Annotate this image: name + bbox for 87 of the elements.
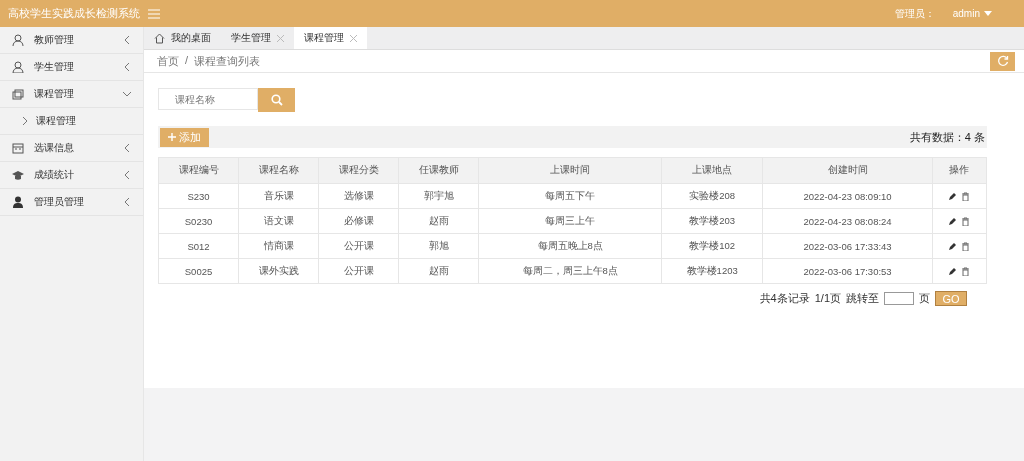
column-header: 上课时间 <box>478 157 662 184</box>
refresh-icon <box>996 55 1009 67</box>
jump-label: 跳转至 <box>846 291 879 306</box>
table-cell: 语文课 <box>238 208 319 234</box>
table-cell: 2022-03-06 17:30:53 <box>762 258 933 284</box>
breadcrumb-link[interactable]: 首页 <box>157 53 179 69</box>
table-cell: 课外实践 <box>238 258 319 284</box>
plus-icon <box>168 133 176 141</box>
caret-icon[interactable] <box>984 11 992 16</box>
table-cell: 公开课 <box>318 233 399 259</box>
table-cell: 音乐课 <box>238 183 319 209</box>
search-field[interactable]: 课程名称 <box>158 88 258 110</box>
pencil-icon[interactable] <box>948 191 958 201</box>
column-header: 任课教师 <box>398 157 479 184</box>
graduation-cap-icon <box>12 169 24 181</box>
pencil-icon[interactable] <box>948 241 958 251</box>
column-header: 操作 <box>932 157 987 184</box>
sidebar-item[interactable]: 课程管理 <box>0 81 143 108</box>
table-cell: 郭宇旭 <box>398 183 479 209</box>
table-cell: 2022-04-23 08:08:24 <box>762 208 933 234</box>
person-icon <box>12 34 24 46</box>
page-count: 1/1页 <box>814 291 841 306</box>
sidebar-item[interactable]: 成绩统计 <box>0 162 143 189</box>
tab-label: 学生管理 <box>231 31 271 45</box>
table-cell: 赵雨 <box>398 208 479 234</box>
column-header: 课程名称 <box>238 157 319 184</box>
pencil-icon[interactable] <box>948 266 958 276</box>
user-icon <box>12 196 24 208</box>
column-header: 课程分类 <box>318 157 399 184</box>
table-cell: S0025 <box>158 258 239 284</box>
table-cell: 每周三上午 <box>478 208 662 234</box>
table-cell: 教学楼1203 <box>661 258 763 284</box>
table-cell: 教学楼203 <box>661 208 763 234</box>
table-cell: 情商课 <box>238 233 319 259</box>
tab-label: 我的桌面 <box>171 31 211 45</box>
menu-label: 成绩统计 <box>34 168 75 182</box>
table-cell: 每周五晚上8点 <box>478 233 662 259</box>
table-cell: 每周五下午 <box>478 183 662 209</box>
menu-label: 学生管理 <box>34 60 75 74</box>
menu-label: 课程管理 <box>34 87 75 101</box>
refresh-button[interactable] <box>990 51 1015 71</box>
table-cell: 2022-03-06 17:33:43 <box>762 233 933 259</box>
breadcrumb-link[interactable]: 课程查询列表 <box>194 53 261 69</box>
table-cell: 必修课 <box>318 208 399 234</box>
tab[interactable]: 学生管理 <box>221 27 294 49</box>
user-label: 管理员： <box>894 6 935 21</box>
tab[interactable]: 我的桌面 <box>144 27 221 49</box>
close-icon[interactable] <box>350 34 357 42</box>
table-cell: 2022-04-23 08:09:10 <box>762 183 933 209</box>
table-cell: 郭旭 <box>398 233 479 259</box>
table-cell: S012 <box>158 233 239 259</box>
page-input[interactable] <box>884 292 914 305</box>
sidebar-item[interactable]: 学生管理 <box>0 54 143 81</box>
chevron-right-icon <box>22 117 28 125</box>
table-cell: 赵雨 <box>398 258 479 284</box>
search-icon <box>270 94 283 106</box>
search-button[interactable] <box>258 88 295 112</box>
calendar-icon <box>12 142 24 154</box>
column-header: 课程编号 <box>158 157 239 184</box>
total-count: 共有数据：4 条 <box>909 129 985 145</box>
table-cell: S0230 <box>158 208 239 234</box>
table-cell: 公开课 <box>318 258 399 284</box>
breadcrumb-separator: / <box>185 53 189 68</box>
table-cell: 教学楼102 <box>661 233 763 259</box>
app-title: 高校学生实践成长检测系统 <box>7 6 141 21</box>
sidebar-item[interactable]: 管理员管理 <box>0 189 143 216</box>
home-icon <box>154 32 165 44</box>
table-cell: 实验楼208 <box>661 183 763 209</box>
submenu-item[interactable]: 课程管理 <box>0 108 143 135</box>
pencil-icon[interactable] <box>948 216 958 226</box>
column-header: 上课地点 <box>661 157 763 184</box>
people-icon <box>12 61 24 73</box>
record-count: 共4条记录 <box>759 291 810 306</box>
table-cell: 每周二，周三上午8点 <box>478 258 662 284</box>
page-unit: 页 <box>919 291 930 306</box>
tab[interactable]: 课程管理 <box>294 27 367 49</box>
table-cell: S230 <box>158 183 239 209</box>
tab-label: 课程管理 <box>304 31 344 45</box>
menu-label: 管理员管理 <box>34 195 85 209</box>
table-cell: 选修课 <box>318 183 399 209</box>
menu-label: 选课信息 <box>34 141 75 155</box>
cards-icon <box>12 88 24 100</box>
menu-label: 教师管理 <box>34 33 75 47</box>
sidebar-item[interactable]: 选课信息 <box>0 135 143 162</box>
menu-label: 课程管理 <box>36 114 76 128</box>
sidebar-item[interactable]: 教师管理 <box>0 27 143 54</box>
column-header: 创建时间 <box>762 157 933 184</box>
